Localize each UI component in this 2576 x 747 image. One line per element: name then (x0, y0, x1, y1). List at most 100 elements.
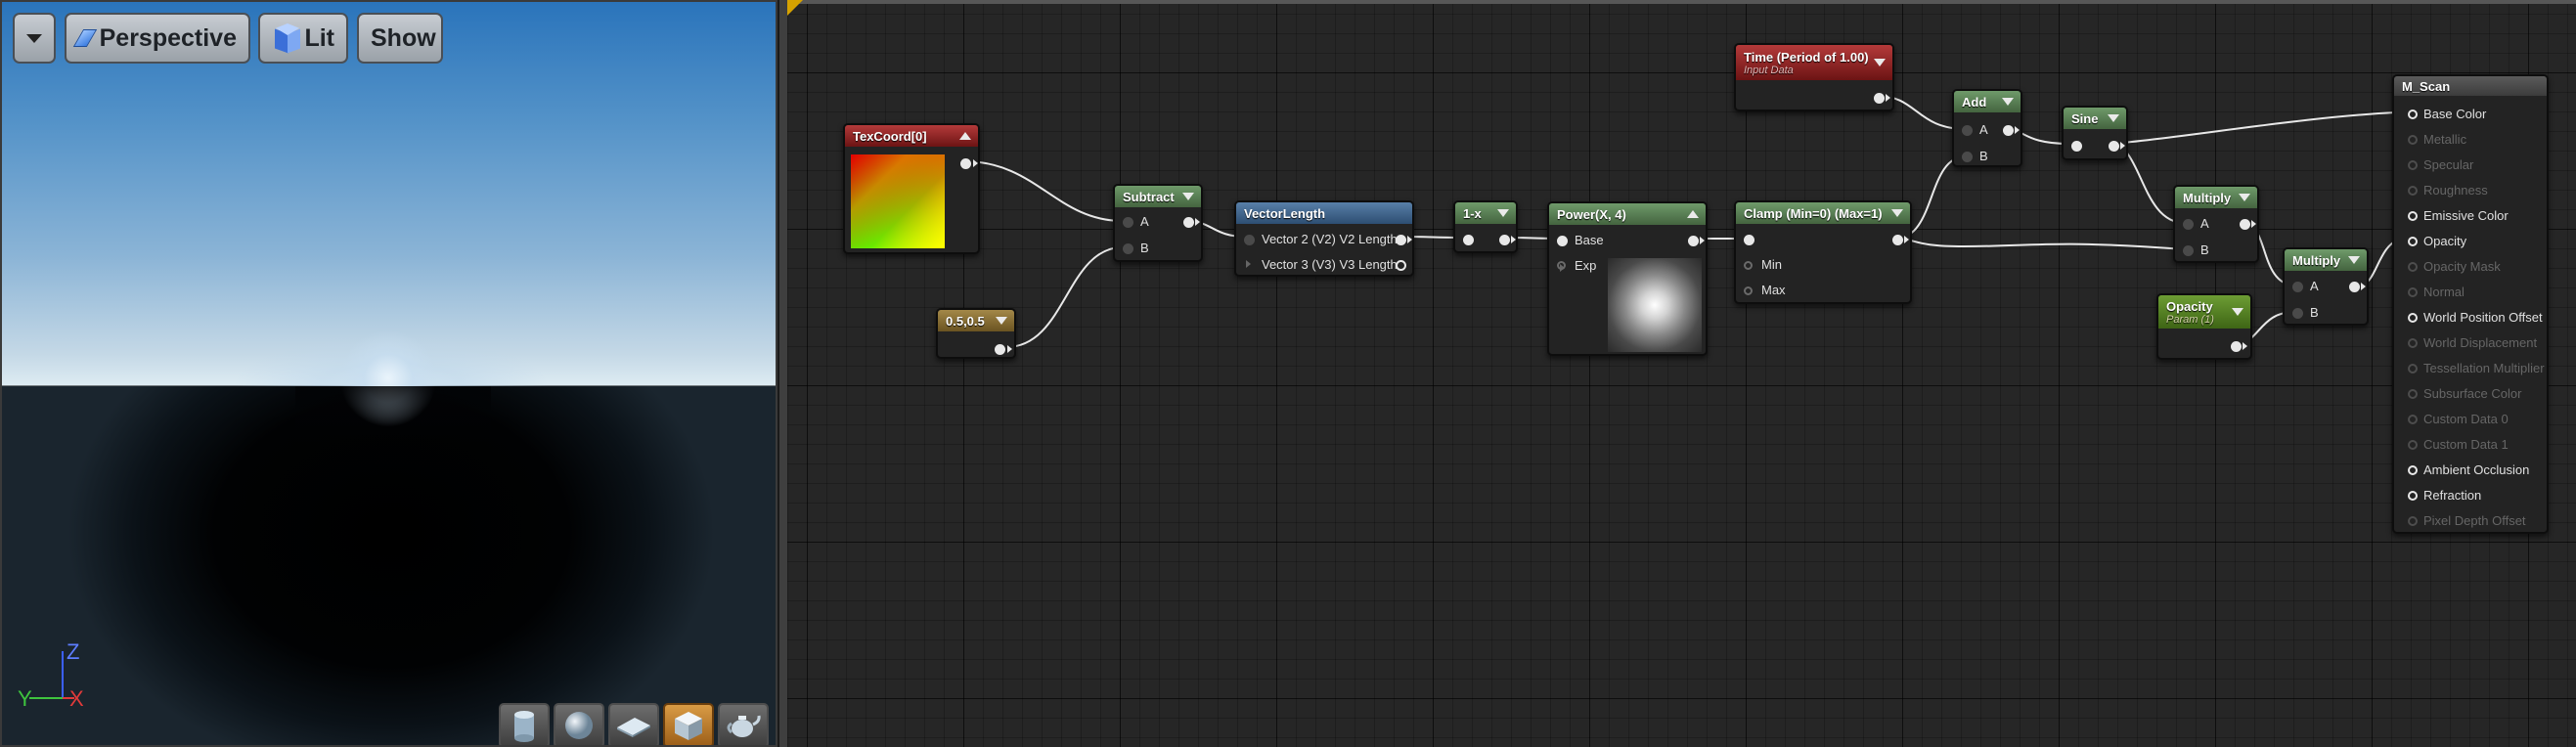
material-input-row[interactable]: Base Color (2394, 105, 2549, 124)
preview-cube-button[interactable] (663, 703, 714, 745)
material-input-pin[interactable] (2408, 237, 2418, 246)
clamp-max-pin[interactable] (1744, 286, 1753, 295)
collapse-icon[interactable] (2348, 256, 2360, 264)
power-base-pin[interactable] (1557, 236, 1568, 246)
material-input-pin[interactable] (2408, 313, 2418, 323)
material-input-pin[interactable] (2408, 516, 2418, 526)
add-input-a-pin[interactable] (1962, 125, 1973, 136)
sine-input-pin[interactable] (2071, 141, 2082, 152)
texcoord-node[interactable]: TexCoord[0] (843, 123, 980, 254)
multiply1-input-a-pin[interactable] (2183, 219, 2194, 230)
material-input-row[interactable]: Specular (2394, 155, 2549, 175)
multiply2-input-b-pin[interactable] (2292, 308, 2303, 319)
vectorlength-v3-output-pin[interactable] (1396, 260, 1406, 271)
vectorlength-input-pin[interactable] (1244, 235, 1255, 245)
material-input-row[interactable]: Roughness (2394, 181, 2549, 200)
time-output-pin[interactable] (1874, 93, 1885, 104)
power-output-pin[interactable] (1688, 236, 1699, 246)
sine-output-pin[interactable] (2109, 141, 2119, 152)
material-input-row[interactable]: World Position Offset (2394, 308, 2549, 328)
preview-teapot-button[interactable] (718, 703, 769, 745)
material-input-row[interactable]: Tessellation Multiplier (2394, 359, 2549, 378)
material-input-pin[interactable] (2408, 110, 2418, 119)
material-input-pin[interactable] (2408, 287, 2418, 297)
material-input-row[interactable]: Pixel Depth Offset (2394, 511, 2549, 531)
material-result-node[interactable]: M_Scan Base Color Metallic Specular Roughne… (2392, 74, 2549, 534)
clamp-input-pin[interactable] (1744, 235, 1754, 245)
material-input-row[interactable]: Custom Data 1 (2394, 435, 2549, 455)
material-input-pin[interactable] (2408, 338, 2418, 348)
clamp-output-pin[interactable] (1892, 235, 1903, 245)
subtract-input-a-pin[interactable] (1123, 217, 1133, 228)
one-minus-output-pin[interactable] (1499, 235, 1510, 245)
material-input-pin[interactable] (2408, 364, 2418, 374)
add-node[interactable]: Add A B (1952, 89, 2022, 167)
material-input-pin[interactable] (2408, 160, 2418, 170)
subtract-input-b-pin[interactable] (1123, 243, 1133, 254)
material-input-row[interactable]: Normal (2394, 283, 2549, 302)
collapse-icon[interactable] (1687, 210, 1699, 218)
add-output-pin[interactable] (2003, 125, 2014, 136)
sine-node[interactable]: Sine (2062, 106, 2128, 160)
multiply-node-1[interactable]: Multiply A B (2173, 185, 2259, 263)
material-input-row[interactable]: World Displacement (2394, 333, 2549, 353)
multiply2-input-a-pin[interactable] (2292, 282, 2303, 292)
power-exp-pin[interactable] (1557, 261, 1566, 270)
material-input-pin[interactable] (2408, 389, 2418, 399)
material-input-pin[interactable] (2408, 186, 2418, 196)
clamp-node[interactable]: Clamp (Min=0) (Max=1) Min Max (1734, 200, 1912, 304)
material-input-row[interactable]: Custom Data 0 (2394, 410, 2549, 429)
collapse-icon[interactable] (1891, 209, 1903, 217)
constant-output-pin[interactable] (995, 344, 1005, 355)
vectorlength-v2-output-pin[interactable] (1396, 235, 1406, 245)
add-input-b-pin[interactable] (1962, 152, 1973, 162)
collapse-icon[interactable] (2108, 114, 2119, 122)
collapse-icon[interactable] (1497, 209, 1509, 217)
collapse-icon[interactable] (1874, 59, 1886, 66)
material-input-pin[interactable] (2408, 415, 2418, 424)
subtract-output-pin[interactable] (1183, 217, 1194, 228)
preview-cylinder-button[interactable] (499, 703, 550, 745)
material-graph-canvas[interactable] (779, 0, 2576, 747)
collapse-icon[interactable] (959, 132, 971, 140)
material-input-row[interactable]: Metallic (2394, 130, 2549, 150)
material-input-pin[interactable] (2408, 135, 2418, 145)
material-input-row[interactable]: Ambient Occlusion (2394, 461, 2549, 480)
material-input-row[interactable]: Refraction (2394, 486, 2549, 505)
multiply1-output-pin[interactable] (2240, 219, 2250, 230)
perspective-button[interactable]: Perspective (65, 13, 250, 64)
constant-node[interactable]: 0.5,0.5 (936, 308, 1016, 359)
material-input-row[interactable]: Subsurface Color (2394, 384, 2549, 404)
material-input-row[interactable]: Opacity Mask (2394, 257, 2549, 277)
one-minus-node[interactable]: 1-x (1453, 200, 1518, 253)
material-input-pin[interactable] (2408, 465, 2418, 475)
collapse-icon[interactable] (996, 317, 1007, 325)
show-button[interactable]: Show (357, 13, 443, 64)
preview-sphere-button[interactable] (554, 703, 604, 745)
power-node[interactable]: Power(X, 4) Base Exp (1547, 201, 1708, 356)
clamp-min-pin[interactable] (1744, 261, 1753, 270)
viewport-options-button[interactable] (13, 13, 56, 64)
material-input-pin[interactable] (2408, 491, 2418, 501)
opacity-param-node[interactable]: Opacity Param (1) (2156, 293, 2252, 360)
material-input-pin[interactable] (2408, 211, 2418, 221)
vectorlength-node[interactable]: VectorLength Vector 2 (V2) V2 Length Vec… (1234, 200, 1414, 277)
material-input-pin[interactable] (2408, 262, 2418, 272)
lit-button[interactable]: Lit (258, 13, 348, 64)
one-minus-input-pin[interactable] (1463, 235, 1474, 245)
multiply1-input-b-pin[interactable] (2183, 245, 2194, 256)
collapse-icon[interactable] (1182, 193, 1194, 200)
collapse-icon[interactable] (2232, 308, 2243, 316)
multiply2-output-pin[interactable] (2349, 282, 2360, 292)
collapse-icon[interactable] (2002, 98, 2014, 106)
texcoord-output-pin[interactable] (960, 158, 971, 169)
subtract-node[interactable]: Subtract A B (1113, 184, 1203, 262)
multiply-node-2[interactable]: Multiply A B (2283, 247, 2369, 326)
material-input-pin[interactable] (2408, 440, 2418, 450)
opacity-param-output-pin[interactable] (2231, 341, 2242, 352)
collapse-icon[interactable] (2239, 194, 2250, 201)
preview-viewport[interactable]: Perspective Lit Show Z Y X (0, 0, 777, 747)
preview-plane-button[interactable] (608, 703, 659, 745)
time-node[interactable]: Time (Period of 1.00) Input Data (1734, 43, 1894, 111)
material-input-row[interactable]: Emissive Color (2394, 206, 2549, 226)
